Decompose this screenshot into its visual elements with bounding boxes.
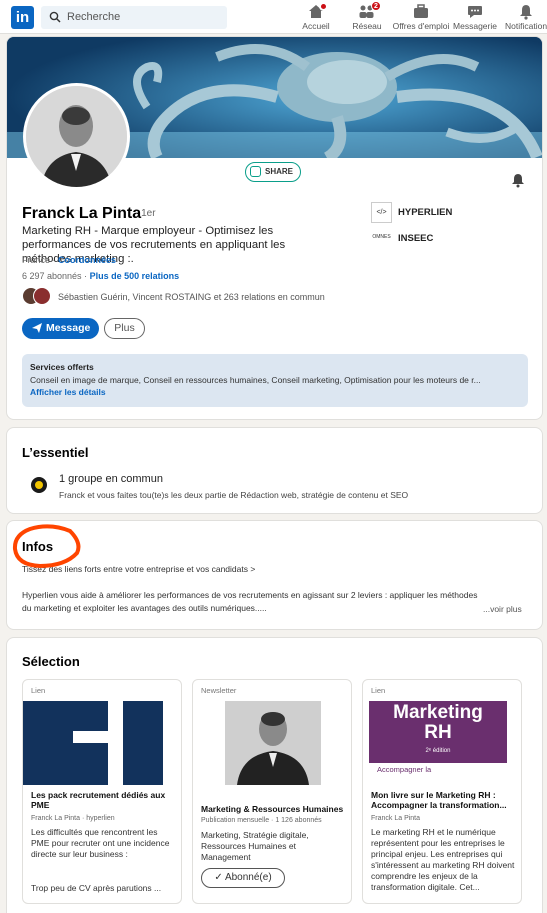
featured-image [193,701,351,785]
see-more-link[interactable]: ...voir plus [483,604,522,614]
subscribed-button-label: Abonné(e) [224,872,272,883]
mutual-connections[interactable]: Sébastien Guérin, Vincent ROSTAING et 26… [58,292,325,302]
services-title: Services offerts [30,362,94,372]
search-icon [49,11,61,23]
message-button[interactable]: Message [22,318,99,339]
company-name: INSEEC [398,233,434,244]
send-icon [32,323,42,333]
nav-jobs[interactable]: Offres d'emploi [392,3,450,33]
featured-newsletter[interactable]: Newsletter Marketing & Ressources Humain… [192,679,352,904]
featured-title: Marketing & Ressources Humaines [201,804,344,814]
featured-title: Les pack recrutement dédiés aux PME [31,790,166,810]
mutual-avatars[interactable] [22,287,52,306]
book-cover-image: Marketing RH 2ᵉ édition Accompagner la [363,701,521,785]
hyperlien-logo: </> [371,202,392,223]
avatar [33,287,51,305]
search-placeholder: Recherche [67,11,121,23]
profile-location: France · Coordonnées [22,255,116,265]
company-name: HYPERLIEN [398,207,453,218]
bell-icon[interactable] [511,173,525,188]
infos-title: Infos [22,539,54,554]
briefcase-icon [412,3,430,20]
featured-subtitle: Franck La Pinta [371,815,421,822]
subscribed-button[interactable]: ✓ Abonné(e) [201,868,285,888]
common-group-text: Franck et vous faites tou(te)s les deux … [59,490,409,500]
common-group-title[interactable]: 1 groupe en commun [59,473,163,485]
profile-followers: 6 297 abonnés · Plus de 500 relations [22,271,179,281]
linkedin-logo[interactable]: in [11,6,34,29]
bell-icon [517,3,535,20]
featured-type: Lien [31,686,46,695]
nav-network-label: Réseau [352,21,382,31]
nav-notifications-label: Notifications [505,21,547,31]
profile-name: Franck La Pinta [22,205,142,222]
selection-title: Sélection [22,654,80,669]
featured-description: Les difficultés que rencontrent les PME … [31,827,170,859]
nav-notifications[interactable]: Notifications [505,3,547,33]
featured-type: Newsletter [201,686,237,695]
search-input[interactable]: Recherche [41,6,227,29]
selection-card: Sélection Lien Les pack recrutement dédi… [6,637,543,913]
nav-home[interactable]: Accueil [296,2,336,33]
infos-text-line: du marketing et exploiter les avantages … [22,603,267,613]
network-badge: 2 [371,1,381,11]
featured-title: Mon livre sur le Marketing RH : Accompag… [371,790,507,810]
omnes-logo: OMNES [371,228,392,249]
share-badge[interactable]: SHARE [245,162,301,182]
infos-text-line: Hyperlien vous aide à améliorer les perf… [22,590,478,600]
essentiel-card: L’essentiel 1 groupe en commun Franck et… [6,427,543,514]
infos-card: Infos Tissez des liens forts entre votre… [6,520,543,630]
group-icon [31,477,47,493]
book-edition: 2ᵉ édition [425,748,451,754]
nav-jobs-label: Offres d'emploi [392,21,450,31]
connection-degree: · 1er [135,208,156,219]
featured-type: Lien [371,686,386,695]
services-details-link[interactable]: Afficher les détails [30,387,520,397]
featured-item[interactable]: Lien Les pack recrutement dédiés aux PME… [22,679,182,904]
featured-subtitle: Franck La Pinta · hyperlien [31,815,115,822]
featured-description: Trop peu de CV après parutions ... [31,883,162,893]
services-text: Conseil en image de marque, Conseil en r… [30,375,481,385]
message-icon [466,3,484,20]
more-button[interactable]: Plus [104,318,145,339]
relations-link[interactable]: Plus de 500 relations [90,271,180,281]
nav-messaging-label: Messagerie [453,21,497,31]
network-icon: 2 [358,1,381,20]
services-box: Services offerts Conseil en image de mar… [22,354,528,407]
infos-tagline: Tissez des liens forts entre votre entre… [22,564,256,574]
contact-info-link[interactable]: Coordonnées [58,255,116,265]
featured-description: Marketing, Stratégie digitale, Ressource… [201,830,309,862]
featured-subtitle: Publication mensuelle · 1 126 abonnés [201,817,322,824]
essentiel-title: L’essentiel [22,445,89,460]
location-text: France · [22,255,56,265]
featured-description: Le marketing RH et le numérique représen… [371,827,515,892]
check-icon: ✓ [214,872,225,883]
featured-image [23,701,181,785]
share-badge-label: SHARE [265,167,294,176]
nav-home-label: Accueil [302,21,330,31]
share-logo-icon [250,166,261,177]
profile-card: SHARE Franck La Pinta · 1er Marketing RH… [6,36,543,420]
book-title: RH [424,722,452,743]
featured-item[interactable]: Lien Marketing RH 2ᵉ édition Accompagner… [362,679,522,904]
book-subtitle: Accompagner la [377,765,432,774]
book-title: Marketing [393,702,483,723]
message-button-label: Message [46,322,91,334]
top-navigation: in Recherche Accueil 2 Réseau Offres d'e… [0,0,547,34]
profile-photo[interactable] [23,83,130,190]
nav-messaging[interactable]: Messagerie [453,3,497,33]
followers-count: 6 297 abonnés · [22,271,88,281]
home-icon [307,2,328,20]
nav-network[interactable]: 2 Réseau [347,1,387,33]
